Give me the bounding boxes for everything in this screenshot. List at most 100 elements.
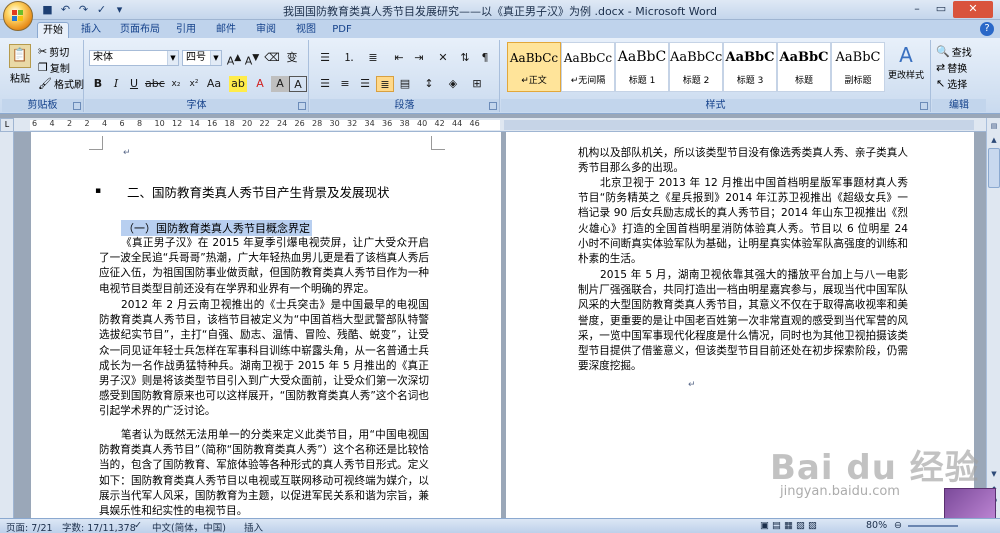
change-case-button[interactable]: Aa bbox=[205, 76, 223, 92]
paste-button[interactable]: 📋 粘贴 bbox=[6, 44, 34, 85]
word-count[interactable]: 字数: 17/11,378 bbox=[62, 520, 136, 533]
copy-button[interactable]: ❐ 复制 bbox=[38, 60, 70, 76]
tab-selector-icon[interactable]: L bbox=[0, 118, 14, 132]
line-spacing-icon[interactable]: ↕ bbox=[420, 76, 438, 92]
tab-review[interactable]: 审阅 bbox=[250, 22, 282, 38]
zoom-out-icon[interactable]: ⊖ bbox=[894, 520, 902, 531]
body-paragraph[interactable]: 机构以及部队机关，所以该类型节目没有像选秀类真人秀、亲子类真人秀节目那么多的出现… bbox=[578, 146, 908, 176]
crop-mark bbox=[89, 136, 103, 150]
justify-icon[interactable]: ≣ bbox=[376, 76, 394, 92]
font-group-label: 字体 bbox=[85, 99, 308, 112]
ruler-inactive-area bbox=[504, 120, 974, 130]
underline-button[interactable]: U bbox=[125, 76, 143, 92]
body-paragraph[interactable]: 2015 年 5 月，湖南卫视依靠其强大的播放平台加上与八一电影制片厂强强联合，… bbox=[578, 268, 908, 374]
zoom-slider[interactable] bbox=[908, 525, 958, 527]
tab-home[interactable]: 开始 bbox=[37, 22, 69, 38]
grow-font-button[interactable]: A▲ bbox=[225, 50, 243, 68]
format-painter-button[interactable]: 🖌 格式刷 bbox=[38, 76, 84, 92]
scroll-up-icon[interactable]: ▲ bbox=[988, 134, 1000, 146]
numbering-icon[interactable]: ⒈ bbox=[340, 50, 358, 66]
shrink-font-button[interactable]: A▼ bbox=[243, 50, 261, 68]
highlight-icon[interactable]: ab bbox=[229, 76, 247, 92]
tab-mailings[interactable]: 邮件 bbox=[210, 22, 242, 38]
paragraph-group-label: 段落 bbox=[310, 99, 499, 112]
phonetic-guide-icon[interactable]: 变 bbox=[283, 50, 301, 66]
style-heading-1[interactable]: AaBbC 标题 1 bbox=[615, 42, 669, 92]
scroll-thumb[interactable] bbox=[988, 148, 1000, 188]
style-no-spacing[interactable]: AaBbCc ↵无间隔 bbox=[561, 42, 615, 92]
align-left-icon[interactable]: ☰ bbox=[316, 76, 334, 92]
font-color-icon[interactable]: A bbox=[251, 76, 269, 92]
paragraph-launcher[interactable] bbox=[489, 102, 497, 110]
font-name-combo[interactable]: 宋体 ▼ bbox=[89, 50, 179, 66]
increase-indent-icon[interactable]: ⇥ bbox=[410, 50, 428, 66]
maximize-button[interactable]: ▭ bbox=[929, 1, 953, 18]
clear-format-icon[interactable]: ⌫ bbox=[263, 50, 281, 66]
window-controls: – ▭ ✕ bbox=[905, 1, 993, 18]
multilevel-list-icon[interactable]: ≣ bbox=[364, 50, 382, 66]
styles-launcher[interactable] bbox=[920, 102, 928, 110]
replace-button[interactable]: ⇄ 替换 bbox=[936, 60, 967, 76]
strikethrough-button[interactable]: abc bbox=[145, 76, 165, 92]
align-right-icon[interactable]: ☰ bbox=[356, 76, 374, 92]
superscript-button[interactable]: x² bbox=[185, 76, 203, 92]
ruler-tick-label: 26 bbox=[294, 119, 305, 128]
cut-button[interactable]: ✂ 剪切 bbox=[38, 44, 69, 60]
char-border-icon[interactable]: A bbox=[289, 76, 307, 92]
tab-view[interactable]: 视图 bbox=[290, 22, 322, 38]
sort-icon[interactable]: ⇅ bbox=[456, 50, 474, 66]
ruler-tick-label: 18 bbox=[224, 119, 235, 128]
scissors-icon: ✂ bbox=[38, 44, 48, 58]
font-size-combo[interactable]: 四号 ▼ bbox=[182, 50, 222, 66]
section-heading[interactable]: 二、国防教育类真人秀节目产生背景及发展现状 bbox=[127, 182, 390, 201]
page-left[interactable]: ↵ ▪ 二、国防教育类真人秀节目产生背景及发展现状 （一）国防教育类真人秀节目概… bbox=[31, 132, 501, 518]
style-sample: AaBbC bbox=[779, 50, 829, 65]
body-paragraph[interactable]: 北京卫视于 2013 年 12 月推出中国首档明星版军事题材真人秀节目“防务精英… bbox=[578, 176, 908, 267]
minimize-button[interactable]: – bbox=[905, 1, 929, 18]
italic-button[interactable]: I bbox=[107, 76, 125, 92]
close-button[interactable]: ✕ bbox=[953, 1, 993, 18]
language-indicator[interactable]: 中文(简体，中国) bbox=[152, 520, 226, 533]
clipboard-group-label: 剪贴板 bbox=[2, 99, 83, 112]
view-buttons[interactable]: ▣ ▤ ▦ ▧ ▨ bbox=[760, 520, 817, 531]
page-count[interactable]: 页面: 7/21 bbox=[6, 520, 53, 533]
body-paragraph[interactable]: 2012 年 2 月云南卫视推出的《士兵突击》是中国最早的电视国防教育类真人秀节… bbox=[99, 298, 429, 420]
distributed-icon[interactable]: ▤ bbox=[396, 76, 414, 92]
decrease-indent-icon[interactable]: ⇤ bbox=[390, 50, 408, 66]
style-subtitle[interactable]: AaBbC 副标题 bbox=[831, 42, 885, 92]
font-launcher[interactable] bbox=[298, 102, 306, 110]
find-button[interactable]: 🔍 查找 bbox=[936, 44, 972, 60]
ruler-toggle-icon[interactable]: ▤ bbox=[988, 120, 1000, 132]
shading-icon[interactable]: ◈ bbox=[444, 76, 462, 92]
body-paragraph[interactable]: 笔者认为既然无法用单一的分类来定义此类节目，用“中国电视国防教育类真人秀节目”（… bbox=[99, 428, 429, 518]
show-marks-icon[interactable]: ¶ bbox=[476, 50, 494, 66]
tab-pdf[interactable]: PDF bbox=[328, 22, 356, 38]
horizontal-ruler[interactable]: 6 4 2 2 4 6 8 10 12 14 16 18 20 22 24 26 28 30 32 34 36 38 40 4… bbox=[14, 118, 992, 132]
insert-mode[interactable]: 插入 bbox=[244, 520, 263, 533]
chinese-layout-icon[interactable]: ✕ bbox=[434, 50, 452, 66]
style-normal[interactable]: AaBbCc ↵正文 bbox=[507, 42, 561, 92]
style-name: ↵无间隔 bbox=[570, 76, 606, 86]
select-button[interactable]: ↖ 选择 bbox=[936, 76, 967, 92]
help-icon[interactable]: ? bbox=[980, 22, 994, 36]
bold-button[interactable]: B bbox=[89, 76, 107, 92]
char-shading-icon[interactable]: A bbox=[271, 76, 289, 92]
spellcheck-icon[interactable]: ✓ bbox=[134, 520, 142, 531]
tab-insert[interactable]: 插入 bbox=[75, 22, 107, 38]
style-heading-2[interactable]: AaBbCc 标题 2 bbox=[669, 42, 723, 92]
borders-icon[interactable]: ⊞ bbox=[468, 76, 486, 92]
body-paragraph[interactable]: 《真正男子汉》在 2015 年夏季引爆电视荧屏，让广大受众开启了一波全民追“兵哥… bbox=[99, 236, 429, 297]
subsection-heading[interactable]: （一）国防教育类真人秀节目概念界定 bbox=[121, 220, 312, 236]
bullets-icon[interactable]: ☰ bbox=[316, 50, 334, 66]
zoom-level[interactable]: 80% bbox=[866, 520, 887, 531]
subscript-button[interactable]: x₂ bbox=[167, 76, 185, 92]
style-title[interactable]: AaBbC 标题 bbox=[777, 42, 831, 92]
style-heading-3[interactable]: AaBbC 标题 3 bbox=[723, 42, 777, 92]
change-styles-button[interactable]: A 更改样式 bbox=[886, 44, 926, 81]
vertical-ruler[interactable] bbox=[0, 132, 14, 518]
office-button[interactable] bbox=[3, 1, 33, 31]
tab-page-layout[interactable]: 页面布局 bbox=[115, 22, 165, 38]
align-center-icon[interactable]: ≡ bbox=[336, 76, 354, 92]
clipboard-launcher[interactable] bbox=[73, 102, 81, 110]
tab-references[interactable]: 引用 bbox=[170, 22, 202, 38]
